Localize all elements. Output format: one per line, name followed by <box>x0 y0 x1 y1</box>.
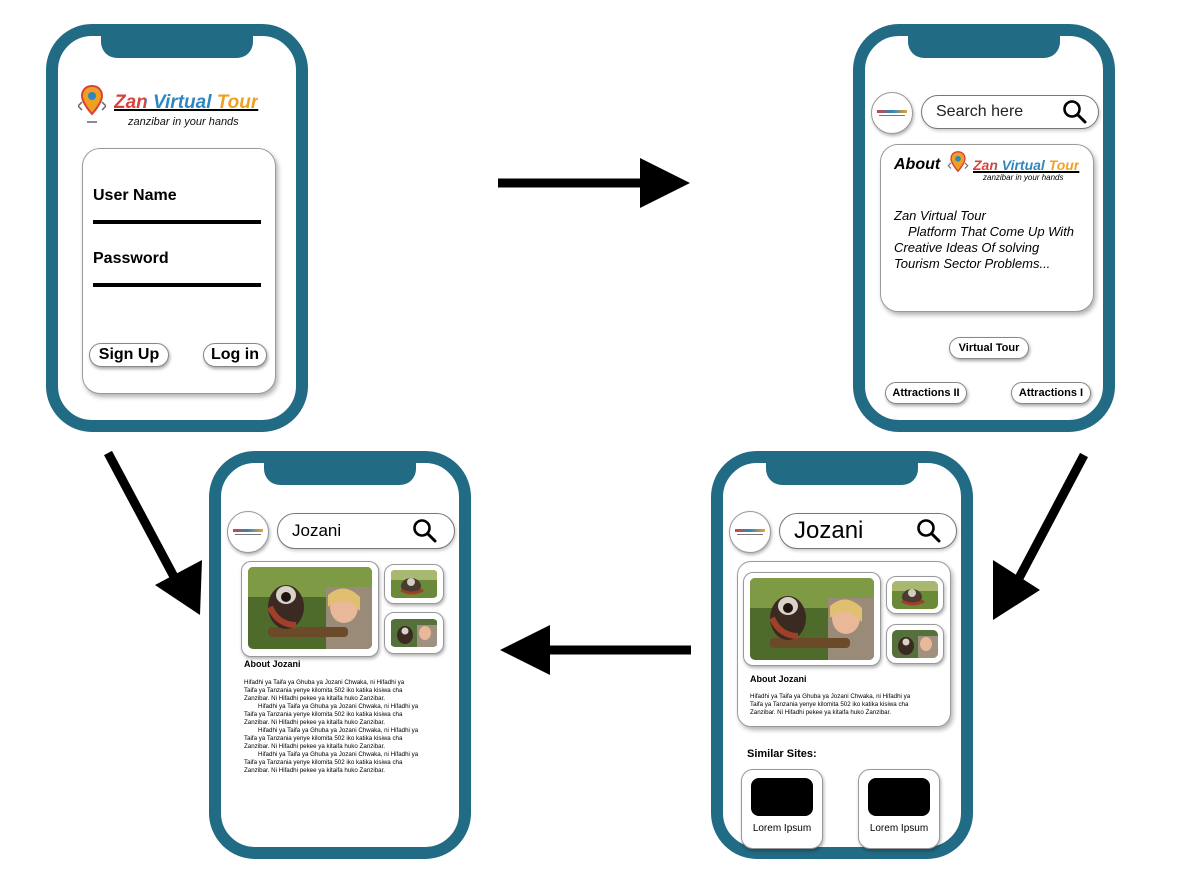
about-heading: About <box>894 156 941 173</box>
login-screen: Zan Virtual Tour zanzibar in your hands … <box>46 24 308 432</box>
search-icon[interactable] <box>1062 99 1088 125</box>
login-button[interactable]: Log in <box>203 343 267 367</box>
about-text: Zan Virtual Tour Platform That Come Up W… <box>894 208 1094 272</box>
desc-line: Zanzibar. Ni Hifadhi pekee ya kitaifa hu… <box>244 767 386 774</box>
password-label: Password <box>93 250 169 267</box>
desc-line: Taifa ya Tanzania yenye kilomita 502 iko… <box>244 759 403 766</box>
desc-paragraph: Hifadhi ya Taifa ya Ghuba ya Jozani Chwa… <box>244 751 449 775</box>
about-line: Platform That Come Up With <box>908 224 1075 239</box>
phone-notch <box>264 461 416 485</box>
attractions-1-button[interactable]: Attractions I <box>1011 382 1091 404</box>
about-heading: About Jozani <box>244 659 301 669</box>
signup-button[interactable]: Sign Up <box>89 343 169 367</box>
similar-site-image <box>751 778 813 816</box>
search-bar[interactable]: Jozani <box>277 513 455 549</box>
desc-paragraph: Hifadhi ya Taifa ya Ghuba ya Jozani Chwa… <box>244 679 449 703</box>
desc-paragraph: Hifadhi ya Taifa ya Ghuba ya Jozani Chwa… <box>244 703 449 727</box>
main-photo-frame <box>241 561 379 657</box>
arrow-down-left <box>104 450 202 615</box>
about-line: Creative Ideas Of solving <box>894 240 1040 255</box>
desc-line: Hifadhi ya Taifa ya Ghuba ya Jozani Chwa… <box>258 703 419 710</box>
map-pin-icon <box>947 151 969 173</box>
search-icon[interactable] <box>916 518 942 544</box>
logo-title: Zan Virtual Tour <box>114 92 259 113</box>
desc-line: Hifadhi ya Taifa ya Ghuba ya Jozani Chwa… <box>258 727 419 734</box>
monkey-thumb <box>390 570 438 598</box>
about-card: About Zan Virtual Tour zanzibar in your … <box>880 144 1094 312</box>
attractions-2-button[interactable]: Attractions II <box>885 382 967 404</box>
desc-paragraph: Hifadhi ya Taifa ya Ghuba ya Jozani Chwa… <box>244 727 449 751</box>
phone-notch <box>908 34 1060 58</box>
virtual-tour-button[interactable]: Virtual Tour <box>949 337 1029 359</box>
monkey-thumb <box>892 581 938 609</box>
phone-notch <box>766 461 918 485</box>
desc-line: Zanzibar. Ni Hifadhi pekee ya kitaifa hu… <box>244 743 386 750</box>
arrow-right <box>498 158 690 208</box>
thumb-frame-2 <box>384 612 444 654</box>
monkey-photo <box>750 578 874 660</box>
thumb-frame-1 <box>384 564 444 604</box>
logo-avatar <box>227 511 269 553</box>
site-screen: Jozani About Jozani Hifadhi ya Taifa ya … <box>711 451 973 859</box>
search-bar[interactable]: Jozani <box>779 513 957 549</box>
logo-tagline: zanzibar in your hands <box>128 116 239 128</box>
logo-avatar <box>729 511 771 553</box>
detail-screen: Jozani About Jozani Hifadhi ya Taifa ya … <box>209 451 471 859</box>
app-logo: Zan Virtual Tour zanzibar in your hands <box>78 82 278 136</box>
desc-line: Hifadhi ya Taifa ya Ghuba ya Jozani Chwa… <box>750 693 911 700</box>
arrow-left <box>500 625 691 675</box>
similar-sites-heading: Similar Sites: <box>747 748 817 760</box>
about-heading: About Jozani <box>750 674 807 684</box>
search-input[interactable]: Jozani <box>794 517 863 545</box>
desc-line: Zanzibar. Ni Hifadhi pekee ya kitaifa hu… <box>244 719 386 726</box>
username-label: User Name <box>93 187 177 204</box>
similar-site-label: Lorem Ipsum <box>752 823 812 834</box>
desc-line: Zanzibar. Ni Hifadhi pekee ya kitaifa hu… <box>244 695 386 702</box>
home-screen: Search here About Zan Virtual Tour zanzi… <box>853 24 1115 432</box>
desc-line: Hifadhi ya Taifa ya Ghuba ya Jozani Chwa… <box>258 751 419 758</box>
map-pin-icon <box>78 84 106 123</box>
logo-tagline: zanzibar in your hands <box>983 173 1064 182</box>
similar-site-image <box>868 778 930 816</box>
about-line: Tourism Sector Problems... <box>894 256 1051 271</box>
search-bar[interactable]: Search here <box>921 95 1099 129</box>
login-form: User Name Password Sign Up Log in <box>82 148 276 394</box>
similar-site-card[interactable]: Lorem Ipsum <box>741 769 823 849</box>
username-field[interactable] <box>93 220 261 224</box>
desc-line: Hifadhi ya Taifa ya Ghuba ya Jozani Chwa… <box>244 679 405 686</box>
similar-site-card[interactable]: Lorem Ipsum <box>858 769 940 849</box>
arrow-down-right <box>993 452 1088 620</box>
logo-title: Zan Virtual Tour <box>973 157 1080 173</box>
search-icon[interactable] <box>412 518 438 544</box>
desc-line: Zanzibar. Ni Hifadhi pekee ya kitaifa hu… <box>750 709 892 716</box>
monkey-thumb <box>390 619 438 647</box>
desc-line: Taifa ya Tanzania yenye kilomita 502 iko… <box>244 711 403 718</box>
password-field[interactable] <box>93 283 261 287</box>
monkey-thumb <box>892 630 938 658</box>
thumb-frame-2 <box>886 624 944 664</box>
desc-line: Taifa ya Tanzania yenye kilomita 502 iko… <box>244 687 403 694</box>
similar-site-label: Lorem Ipsum <box>869 823 929 834</box>
logo-avatar <box>871 92 913 134</box>
main-photo-frame <box>743 572 881 666</box>
site-card: About Jozani Hifadhi ya Taifa ya Ghuba y… <box>737 561 951 727</box>
about-line: Zan Virtual Tour <box>894 208 986 223</box>
thumb-frame-1 <box>886 576 944 614</box>
monkey-photo <box>248 567 372 649</box>
site-description: Hifadhi ya Taifa ya Ghuba ya Jozani Chwa… <box>750 693 946 717</box>
search-input[interactable]: Jozani <box>292 521 341 541</box>
phone-notch <box>101 34 253 58</box>
detail-description: Hifadhi ya Taifa ya Ghuba ya Jozani Chwa… <box>244 679 449 775</box>
desc-line: Taifa ya Tanzania yenye kilomita 502 iko… <box>244 735 403 742</box>
desc-line: Taifa ya Tanzania yenye kilomita 502 iko… <box>750 701 909 708</box>
search-input[interactable]: Search here <box>936 103 1023 121</box>
